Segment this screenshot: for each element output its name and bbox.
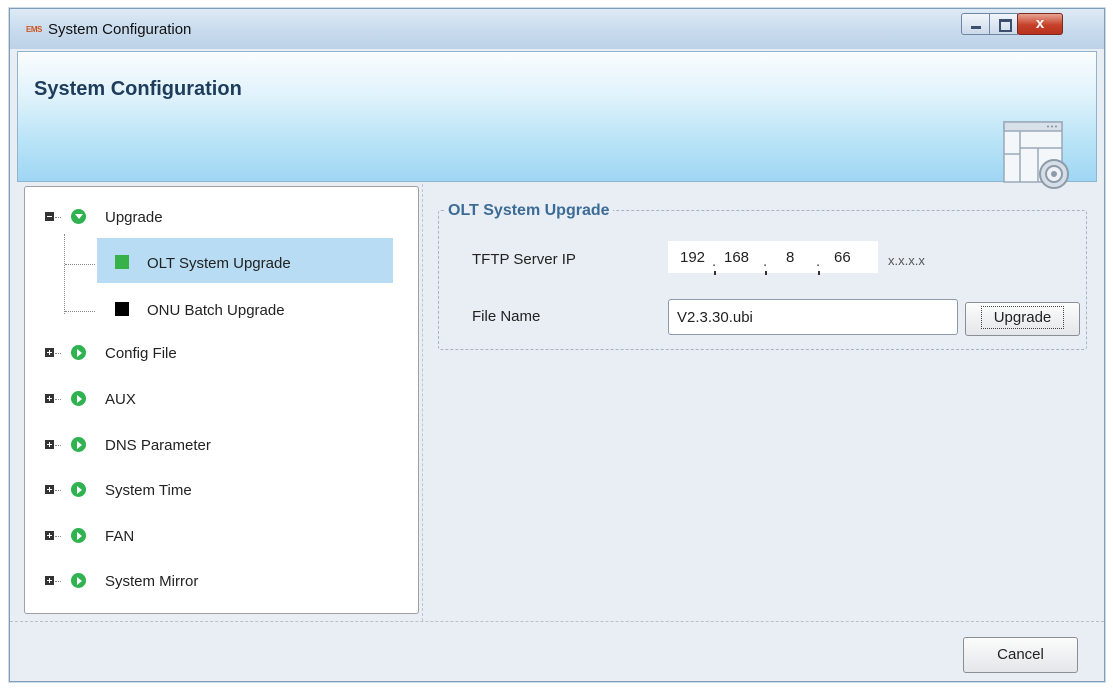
tree-connector-line: [65, 264, 95, 265]
settings-window-icon: [1003, 121, 1069, 189]
black-square-icon: [115, 302, 129, 316]
ip-octet-separator: [765, 271, 767, 275]
navigation-tree: Upgrade OLT System Upgrade ONU Batch Upg…: [24, 186, 419, 614]
tree-item-label: AUX: [105, 391, 136, 408]
app-icon: EMS: [26, 25, 42, 34]
expand-icon[interactable]: [45, 394, 54, 403]
expand-icon[interactable]: [45, 485, 54, 494]
tree-item-label: DNS Parameter: [105, 437, 211, 454]
tree-item-aux[interactable]: AUX: [25, 384, 418, 416]
ip-format-hint: x.x.x.x: [888, 253, 925, 268]
tree-connector-line: [64, 234, 65, 314]
header-banner: System Configuration: [17, 51, 1097, 189]
tree-item-label: System Time: [105, 482, 192, 499]
tree-connector-line: [55, 217, 61, 218]
upgrade-button-label: Upgrade: [980, 306, 1065, 329]
tree-connector-line: [65, 311, 95, 312]
tree-item-label: Config File: [105, 345, 177, 362]
ip-dot: .: [712, 253, 717, 270]
tree-item-onu-batch-upgrade[interactable]: ONU Batch Upgrade: [97, 292, 393, 324]
tree-item-system-time[interactable]: System Time: [25, 475, 418, 507]
tree-connector-line: [55, 536, 61, 537]
green-circle-right-icon: [71, 345, 86, 360]
footer-divider: [10, 621, 1104, 622]
tree-item-label: ONU Batch Upgrade: [147, 302, 285, 319]
tree-connector-line: [55, 399, 61, 400]
tree-connector-line: [55, 490, 61, 491]
ip-octet-3[interactable]: 8: [786, 249, 794, 266]
expand-icon[interactable]: [45, 440, 54, 449]
maximize-button[interactable]: [989, 13, 1018, 35]
tree-item-label: System Mirror: [105, 573, 199, 590]
close-button[interactable]: x: [1017, 13, 1063, 35]
green-circle-right-icon: [71, 528, 86, 543]
tree-item-fan[interactable]: FAN: [25, 521, 418, 553]
minimize-button[interactable]: [961, 13, 990, 35]
tree-connector-line: [55, 581, 61, 582]
green-circle-right-icon: [71, 437, 86, 452]
expand-icon[interactable]: [45, 531, 54, 540]
tree-item-dns-parameter[interactable]: DNS Parameter: [25, 430, 418, 462]
cancel-button[interactable]: Cancel: [963, 637, 1078, 673]
page-title: System Configuration: [34, 78, 242, 100]
maximize-icon: [999, 19, 1012, 32]
tree-item-label: Upgrade: [105, 209, 163, 226]
file-name-label: File Name: [472, 308, 541, 325]
tree-item-label: OLT System Upgrade: [147, 255, 291, 272]
green-square-icon: [115, 255, 129, 269]
ip-dot: .: [816, 253, 821, 270]
ip-octet-1[interactable]: 192: [680, 249, 705, 266]
green-circle-right-icon: [71, 482, 86, 497]
tftp-server-ip-label: TFTP Server IP: [472, 251, 576, 268]
ip-dot: .: [763, 253, 768, 270]
tree-connector-line: [55, 353, 61, 354]
expand-icon[interactable]: [45, 348, 54, 357]
system-configuration-window: EMS System Configuration x System Config…: [9, 8, 1105, 682]
expand-icon[interactable]: [45, 576, 54, 585]
tftp-server-ip-input[interactable]: 192 . 168 . 8 . 66: [668, 241, 878, 275]
upgrade-button[interactable]: Upgrade: [965, 302, 1080, 336]
green-circle-right-icon: [71, 573, 86, 588]
content-panel: OLT System Upgrade TFTP Server IP 192 . …: [422, 184, 1101, 621]
tree-item-config-file[interactable]: Config File: [25, 338, 418, 370]
close-icon: x: [1035, 15, 1045, 32]
tree-connector-line: [55, 445, 61, 446]
ip-octet-2[interactable]: 168: [724, 249, 749, 266]
title-bar[interactable]: EMS System Configuration x: [10, 9, 1104, 49]
collapse-icon[interactable]: [45, 212, 54, 221]
window-title: System Configuration: [48, 21, 192, 38]
ip-octet-separator: [818, 271, 820, 275]
tree-item-label: FAN: [105, 528, 135, 545]
tree-item-olt-system-upgrade[interactable]: OLT System Upgrade: [97, 245, 393, 277]
green-circle-down-icon: [71, 209, 86, 224]
ip-octet-4[interactable]: 66: [834, 249, 851, 266]
green-circle-right-icon: [71, 391, 86, 406]
tree-item-system-mirror[interactable]: System Mirror: [25, 566, 418, 598]
file-name-input[interactable]: V2.3.30.ubi: [668, 299, 958, 335]
minimize-icon: [971, 26, 981, 29]
tree-item-upgrade[interactable]: Upgrade: [25, 202, 418, 234]
group-title: OLT System Upgrade: [445, 202, 613, 220]
ip-octet-separator: [714, 271, 716, 275]
